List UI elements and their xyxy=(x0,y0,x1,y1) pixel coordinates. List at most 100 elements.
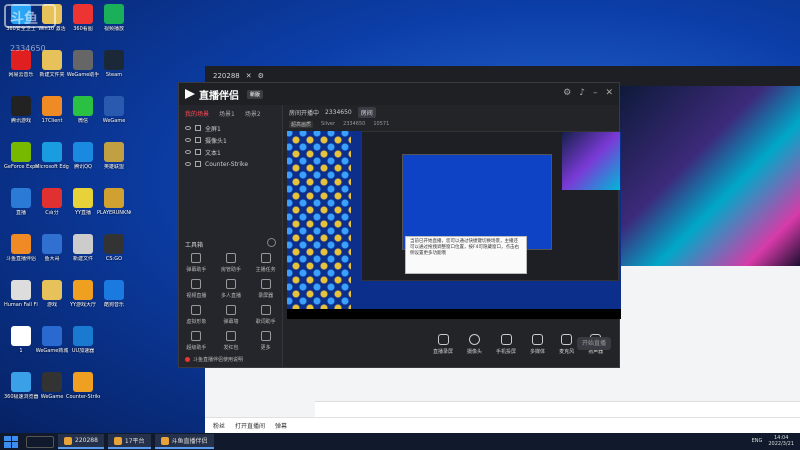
tool-icon xyxy=(260,253,271,263)
room-button[interactable]: 房间 xyxy=(357,107,376,118)
windows-start-icon[interactable] xyxy=(4,435,18,448)
tab-my-scene[interactable]: 我的场景 xyxy=(185,109,209,118)
desktop-icon[interactable]: 新建文件 xyxy=(66,234,100,262)
stream-preview[interactable]: 当前已开始直播，您可以通过快捷键切换场景，主播还可以通过拖拽调整窗口位置，按F4… xyxy=(287,131,621,319)
toolbox-title: 工具箱 xyxy=(185,242,204,249)
minimize-icon[interactable]: – xyxy=(593,88,598,98)
desktop-icon[interactable]: 腾讯游戏 xyxy=(4,96,38,124)
desktop-icon[interactable]: 视频播放 xyxy=(97,4,131,32)
desktop-icon[interactable]: WeGame xyxy=(97,96,131,124)
desktop-icon[interactable]: Human Fall Flat xyxy=(4,280,38,308)
settings-icon[interactable]: ⚙ xyxy=(563,88,571,98)
desktop-icon[interactable]: 17Client xyxy=(35,96,69,124)
desktop-icon[interactable]: YY直播 xyxy=(66,188,100,216)
eye-icon[interactable] xyxy=(185,138,191,142)
eye-icon[interactable] xyxy=(185,126,191,130)
control-button[interactable]: 摄像头 xyxy=(467,333,483,355)
toolbox-item[interactable]: 录屏器 xyxy=(248,279,283,299)
version-badge[interactable]: 新版 xyxy=(247,89,264,99)
usage-notice[interactable]: 斗鱼直播伴侣使用说明 xyxy=(185,356,243,363)
app-logo: 直播伴侣 新版 xyxy=(185,87,264,102)
desktop-icon[interactable]: Counter-Strike xyxy=(66,372,100,400)
toolbox-item[interactable]: 视频直播 xyxy=(179,279,214,299)
taskbar-app-label: 220288 xyxy=(75,437,98,444)
taskbar-app[interactable]: 220288 xyxy=(58,434,104,449)
desktop-icon[interactable]: 游戏 xyxy=(35,280,69,308)
bottom-item[interactable]: 粉丝 xyxy=(213,421,225,430)
desktop-icon[interactable]: 鱼大哥 xyxy=(35,234,69,262)
stat-item: 2334650 xyxy=(343,121,366,127)
browser-top-item[interactable]: ✕ xyxy=(246,72,252,80)
help-tooltip: 当前已开始直播，您可以通过快捷键切换场景，主播还可以通过拖拽调整窗口位置，按F4… xyxy=(405,236,527,274)
chat-input-bar[interactable] xyxy=(315,401,800,417)
desktop-icon[interactable]: 360看图 xyxy=(66,4,100,32)
desktop-icon[interactable]: GeForce Experience xyxy=(4,142,38,170)
desktop-icon[interactable]: PLAYERUNKNOWN'S BATTLEGROUNDS xyxy=(97,188,131,216)
control-label: 摄像头 xyxy=(467,348,483,355)
lock-icon[interactable] xyxy=(195,161,201,167)
quality-tag[interactable]: 超高画质 xyxy=(289,121,314,128)
desktop-icon[interactable]: UU加速器 xyxy=(66,326,100,354)
desktop-icon[interactable]: C百分 xyxy=(35,188,69,216)
search-box[interactable] xyxy=(26,435,54,448)
control-button[interactable]: 多媒体 xyxy=(530,333,545,355)
desktop-icon[interactable]: 微信 xyxy=(66,96,100,124)
control-icon xyxy=(532,333,544,345)
eye-icon[interactable] xyxy=(185,150,191,154)
desktop-icon[interactable]: 酷狗音乐 xyxy=(97,280,131,308)
source-item[interactable]: 文本1 xyxy=(179,146,282,158)
toolbox-item[interactable]: 房管助手 xyxy=(214,253,249,273)
language-indicator[interactable]: ENG xyxy=(752,438,763,444)
lock-icon[interactable] xyxy=(195,137,201,143)
control-button[interactable]: 直播录屏 xyxy=(433,333,453,355)
toolbox-item[interactable]: 虚拟形象 xyxy=(179,305,214,325)
browser-top-item[interactable]: 220288 xyxy=(213,72,240,80)
desktop-icon[interactable]: 360极速浏览器 xyxy=(4,372,38,400)
lock-icon[interactable] xyxy=(195,149,201,155)
desktop-icon[interactable]: 直播 xyxy=(4,188,38,216)
watermark-brand: 斗鱼 xyxy=(10,11,38,27)
toolbox-item[interactable]: 超级助手 xyxy=(179,331,214,351)
toolbox-item[interactable]: 歌词助手 xyxy=(248,305,283,325)
start-live-button[interactable]: 开始直播 xyxy=(577,337,611,350)
tab-scene-2[interactable]: 场景2 xyxy=(245,109,261,118)
desktop-icon-label: CS:GO xyxy=(105,256,123,262)
toolbox-item[interactable]: 主播任务 xyxy=(248,253,283,273)
bell-icon[interactable]: ♪ xyxy=(579,88,585,98)
toolbox-item[interactable]: 更多 xyxy=(248,331,283,351)
app-icon xyxy=(113,436,122,445)
desktop-icon[interactable]: YY游戏大厅 xyxy=(66,280,100,308)
desktop-icon[interactable]: Steam xyxy=(97,50,131,78)
bottom-item[interactable]: 打开直播间 xyxy=(235,421,265,430)
bottom-item[interactable]: 弹幕 xyxy=(275,421,287,430)
toolbox-item[interactable]: 多人直播 xyxy=(214,279,249,299)
source-item[interactable]: 全屏1 xyxy=(179,122,282,134)
toolbox-item[interactable]: 发红包 xyxy=(214,331,249,351)
lock-icon[interactable] xyxy=(195,125,201,131)
toolbox-item[interactable]: 弹幕助手 xyxy=(179,253,214,273)
source-item[interactable]: 摄像头1 xyxy=(179,134,282,146)
desktop-icon[interactable]: 英雄联盟 xyxy=(97,142,131,170)
app-icon xyxy=(104,142,124,162)
browser-top-item[interactable]: ⚙ xyxy=(258,72,264,80)
desktop-icon[interactable]: Microsoft Edge xyxy=(35,142,69,170)
app-icon xyxy=(42,96,62,116)
control-button[interactable]: 麦克风 xyxy=(559,333,574,355)
desktop-icon[interactable]: 1 xyxy=(4,326,38,354)
desktop-icon[interactable]: 腾讯QQ xyxy=(66,142,100,170)
tab-scene-1[interactable]: 场景1 xyxy=(219,109,235,118)
desktop-icon[interactable]: WeGame商城 xyxy=(35,326,69,354)
source-item[interactable]: Counter-Strike xyxy=(179,158,282,170)
toolbox-item[interactable]: 弹幕墙 xyxy=(214,305,249,325)
collapse-icon[interactable] xyxy=(267,238,276,247)
desktop-icon[interactable]: WeGame xyxy=(35,372,69,400)
desktop-icon[interactable]: WeGame助手 xyxy=(66,50,100,78)
desktop-icon[interactable]: CS:GO xyxy=(97,234,131,262)
taskbar-app[interactable]: 斗鱼直播伴侣 xyxy=(154,434,214,449)
desktop-icon[interactable]: 斗鱼直播伴侣 xyxy=(4,234,38,262)
close-icon[interactable]: ✕ xyxy=(605,88,613,98)
clock[interactable]: 14:04 2022/3/21 xyxy=(768,435,794,447)
eye-icon[interactable] xyxy=(185,162,191,166)
control-button[interactable]: 手机投屏 xyxy=(496,333,516,355)
taskbar-app[interactable]: 17平台 xyxy=(107,434,151,449)
